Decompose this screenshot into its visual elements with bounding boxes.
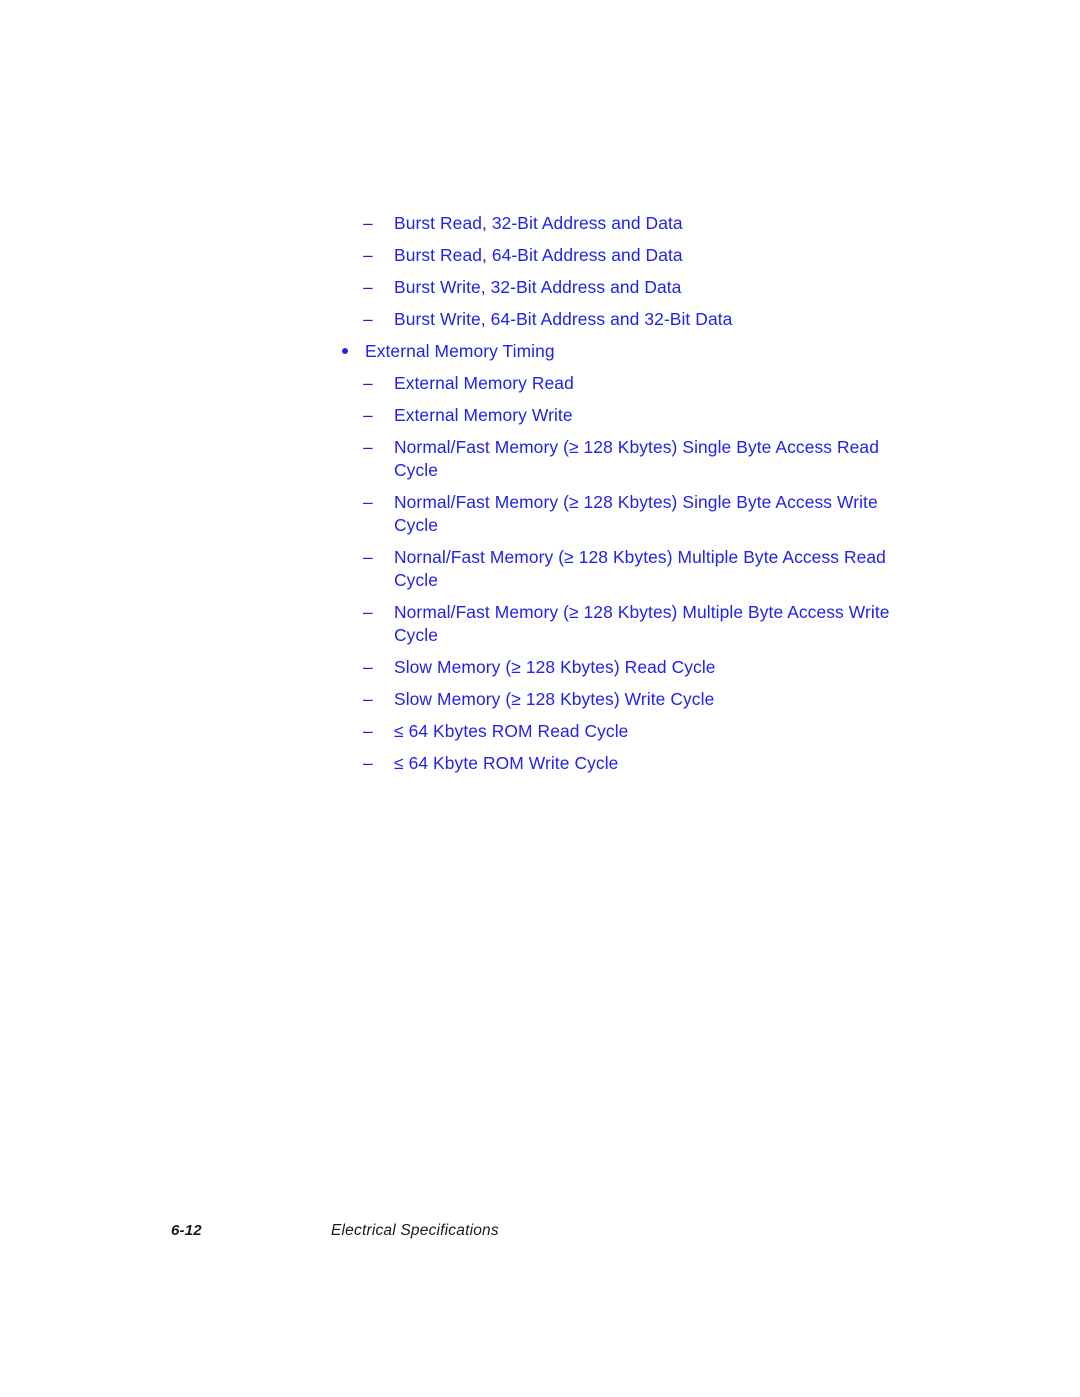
list-item: External Memory Timing xyxy=(341,340,921,363)
en-dash-icon: – xyxy=(363,602,373,622)
list-item-label: Normal/Fast Memory (≥ 128 Kbytes) Multip… xyxy=(394,602,890,645)
document-page: – Burst Read, 32-Bit Address and Data – Bur… xyxy=(0,0,1080,1397)
list-item-label: Burst Read, 64-Bit Address and Data xyxy=(394,245,683,265)
bullet-dot-icon xyxy=(342,348,348,354)
en-dash-icon: – xyxy=(363,689,373,709)
list-item: – ≤ 64 Kbytes ROM Read Cycle xyxy=(341,720,921,743)
en-dash-icon: – xyxy=(363,437,373,457)
list-item: – Burst Read, 64-Bit Address and Data xyxy=(341,244,921,267)
footer-page-number: 6-12 xyxy=(171,1222,202,1239)
en-dash-icon: – xyxy=(363,657,373,677)
list-item: – Normal/Fast Memory (≥ 128 Kbytes) Singl… xyxy=(341,491,921,537)
list-item-label: Burst Read, 32-Bit Address and Data xyxy=(394,213,683,233)
list-item: – Slow Memory (≥ 128 Kbytes) Read Cycle xyxy=(341,656,921,679)
en-dash-icon: – xyxy=(363,213,373,233)
page-footer: 6-12 Electrical Specifications xyxy=(0,1221,1080,1247)
en-dash-icon: – xyxy=(363,277,373,297)
en-dash-icon: – xyxy=(363,245,373,265)
en-dash-icon: – xyxy=(363,373,373,393)
footer-chapter-title: Electrical Specifications xyxy=(331,1222,499,1239)
en-dash-icon: – xyxy=(363,309,373,329)
list-item: – External Memory Write xyxy=(341,404,921,427)
list-item: – Normal/Fast Memory (≥ 128 Kbytes) Multi… xyxy=(341,601,921,647)
list-item-label: External Memory Write xyxy=(394,405,573,425)
list-item: – ≤ 64 Kbyte ROM Write Cycle xyxy=(341,752,921,775)
list-item: – Nornal/Fast Memory (≥ 128 Kbytes) Multi… xyxy=(341,546,921,592)
list-item-label: Burst Write, 32-Bit Address and Data xyxy=(394,277,682,297)
list-item: – Slow Memory (≥ 128 Kbytes) Write Cycle xyxy=(341,688,921,711)
list-item: – External Memory Read xyxy=(341,372,921,395)
en-dash-icon: – xyxy=(363,405,373,425)
list-item: – Burst Write, 32-Bit Address and Data xyxy=(341,276,921,299)
en-dash-icon: – xyxy=(363,492,373,512)
list-item: – Normal/Fast Memory (≥ 128 Kbytes) Singl… xyxy=(341,436,921,482)
list-item-label: Burst Write, 64-Bit Address and 32-Bit D… xyxy=(394,309,733,329)
list-item-label: External Memory Read xyxy=(394,373,574,393)
list-item: – Burst Read, 32-Bit Address and Data xyxy=(341,212,921,235)
list-item-label: Nornal/Fast Memory (≥ 128 Kbytes) Multip… xyxy=(394,547,886,590)
list-item-label: Normal/Fast Memory (≥ 128 Kbytes) Single… xyxy=(394,437,879,480)
list-item-label: Slow Memory (≥ 128 Kbytes) Read Cycle xyxy=(394,657,716,677)
spec-list: – Burst Read, 32-Bit Address and Data – Bur… xyxy=(341,212,921,784)
en-dash-icon: – xyxy=(363,547,373,567)
bullet-icon xyxy=(341,340,355,363)
list-item-label: ≤ 64 Kbytes ROM Read Cycle xyxy=(394,721,629,741)
list-item-label: External Memory Timing xyxy=(365,341,555,361)
list-item-label: Normal/Fast Memory (≥ 128 Kbytes) Single… xyxy=(394,492,878,535)
list-item-label: Slow Memory (≥ 128 Kbytes) Write Cycle xyxy=(394,689,715,709)
en-dash-icon: – xyxy=(363,721,373,741)
en-dash-icon: – xyxy=(363,753,373,773)
list-item: – Burst Write, 64-Bit Address and 32-Bit … xyxy=(341,308,921,331)
list-item-label: ≤ 64 Kbyte ROM Write Cycle xyxy=(394,753,619,773)
